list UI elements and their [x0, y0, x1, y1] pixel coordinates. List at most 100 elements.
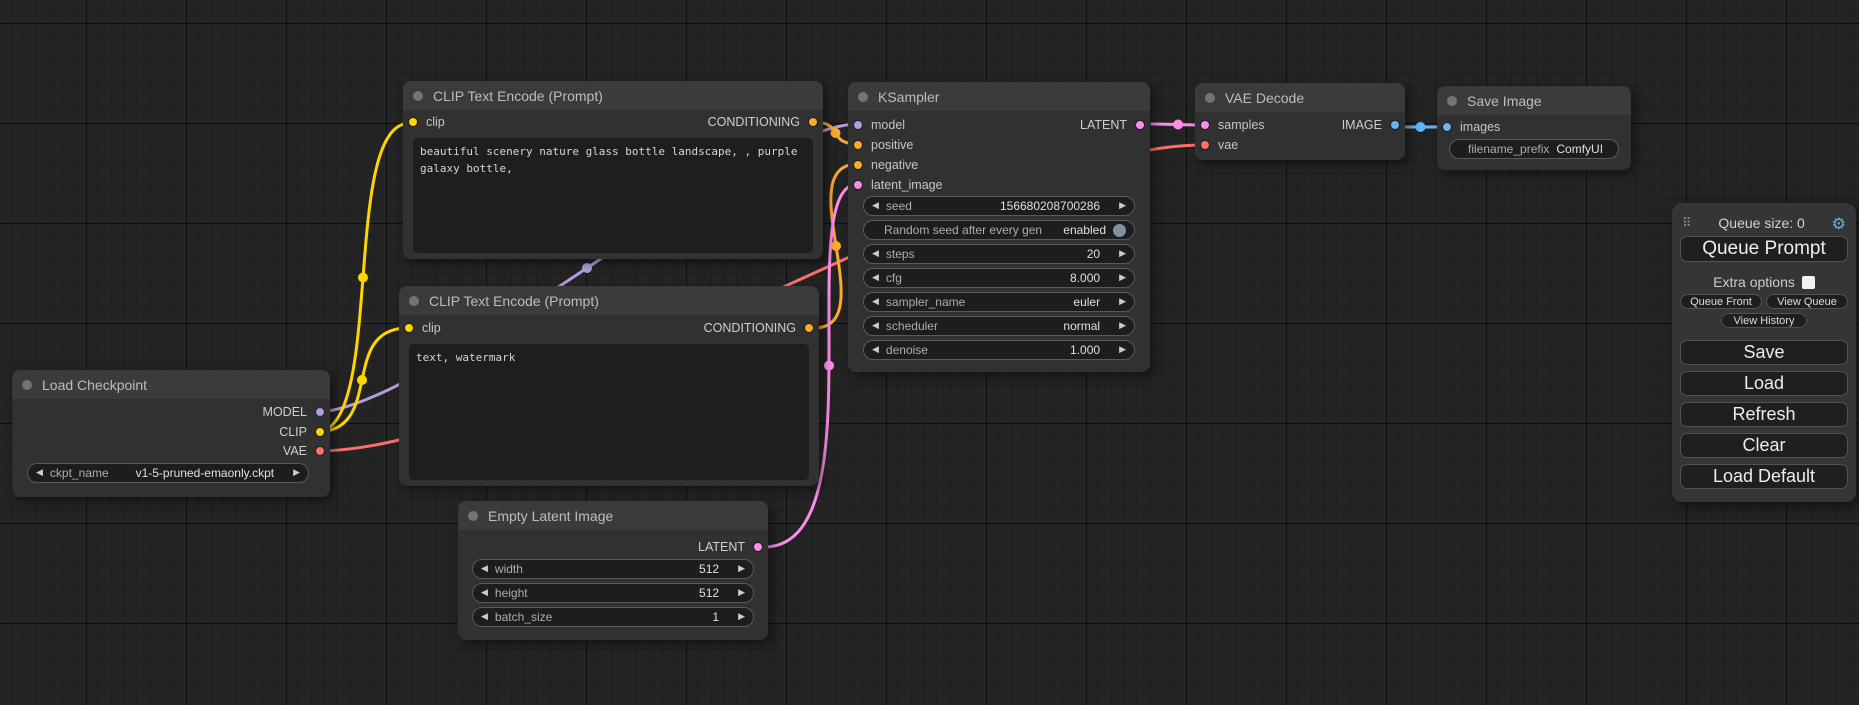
node-header[interactable]: Empty Latent Image	[458, 501, 768, 530]
node-clip-text-encode-negative[interactable]: CLIP Text Encode (Prompt) clip CONDITION…	[399, 286, 819, 486]
cfg-widget[interactable]: ◀ cfg 8.000 ▶	[863, 268, 1135, 288]
queue-front-button[interactable]: Queue Front	[1680, 294, 1762, 309]
refresh-button[interactable]: Refresh	[1680, 402, 1848, 427]
prev-arrow-icon[interactable]: ◀	[872, 322, 879, 331]
next-arrow-icon[interactable]: ▶	[1119, 346, 1126, 355]
clip-link-bottom-midpoint-dot[interactable]	[357, 375, 367, 385]
prev-arrow-icon[interactable]: ◀	[872, 274, 879, 283]
model-input-port[interactable]	[853, 120, 863, 130]
extra-options-checkbox[interactable]	[1802, 276, 1815, 289]
settings-gear-icon[interactable]: ⚙	[1832, 214, 1846, 233]
next-arrow-icon[interactable]: ▶	[1119, 202, 1126, 211]
save-button[interactable]: Save	[1680, 340, 1848, 365]
prev-arrow-icon[interactable]: ◀	[872, 250, 879, 259]
node-header[interactable]: Load Checkpoint	[12, 370, 330, 399]
seed-widget[interactable]: ◀ seed 156680208700286 ▶	[863, 196, 1135, 216]
latent-output-port[interactable]	[753, 542, 763, 552]
width-widget[interactable]: ◀ width 512 ▶	[472, 559, 754, 579]
latent-link-midpoint-dot[interactable]	[824, 361, 834, 371]
node-header[interactable]: KSampler	[848, 82, 1150, 111]
scheduler-widget[interactable]: ◀ scheduler normal ▶	[863, 316, 1135, 336]
collapse-dot-icon[interactable]	[858, 92, 868, 102]
collapse-dot-icon[interactable]	[1447, 96, 1457, 106]
samples-link-midpoint-dot[interactable]	[1173, 120, 1183, 130]
collapse-dot-icon[interactable]	[1205, 93, 1215, 103]
clip-link-top-wire[interactable]	[316, 123, 410, 432]
next-arrow-icon[interactable]: ▶	[1119, 322, 1126, 331]
node-clip-text-encode-positive[interactable]: CLIP Text Encode (Prompt) clip CONDITION…	[403, 81, 823, 259]
positive-prompt-textarea[interactable]: beautiful scenery nature glass bottle la…	[413, 138, 813, 253]
sampler-name-widget[interactable]: ◀ sampler_name euler ▶	[863, 292, 1135, 312]
collapse-dot-icon[interactable]	[468, 511, 478, 521]
collapse-dot-icon[interactable]	[22, 380, 32, 390]
clear-button[interactable]: Clear	[1680, 433, 1848, 458]
latent-image-input-port[interactable]	[853, 180, 863, 190]
next-arrow-icon[interactable]: ▶	[738, 613, 745, 622]
ckpt-name-widget[interactable]: ◀ ckpt_name v1-5-pruned-emaonly.ckpt ▶	[27, 463, 309, 483]
input-label: clip	[426, 115, 445, 129]
node-empty-latent-image[interactable]: Empty Latent Image LATENT ◀ width 512 ▶ …	[458, 501, 768, 640]
node-graph-canvas[interactable]: Load Checkpoint MODEL CLIP VAE ◀ ckpt_na…	[0, 0, 1859, 705]
prev-arrow-icon[interactable]: ◀	[36, 469, 43, 478]
node-header[interactable]: Save Image	[1437, 86, 1631, 115]
output-row: MODEL	[12, 402, 330, 422]
conditioning-output-port[interactable]	[808, 117, 818, 127]
random-seed-toggle[interactable]	[1113, 224, 1126, 237]
negative-input-port[interactable]	[853, 160, 863, 170]
model-output-port[interactable]	[315, 407, 325, 417]
clip-output-port[interactable]	[315, 427, 325, 437]
clip-input-port[interactable]	[408, 117, 418, 127]
prev-arrow-icon[interactable]: ◀	[481, 565, 488, 574]
widget-label: seed	[886, 199, 912, 213]
conditioning-output-port[interactable]	[804, 323, 814, 333]
height-widget[interactable]: ◀ height 512 ▶	[472, 583, 754, 603]
load-button[interactable]: Load	[1680, 371, 1848, 396]
collapse-dot-icon[interactable]	[413, 91, 423, 101]
node-title: Load Checkpoint	[42, 377, 147, 393]
prev-arrow-icon[interactable]: ◀	[872, 202, 879, 211]
next-arrow-icon[interactable]: ▶	[1119, 298, 1126, 307]
node-header[interactable]: CLIP Text Encode (Prompt)	[399, 286, 819, 315]
clip-link-top-midpoint-dot[interactable]	[358, 273, 368, 283]
negative-prompt-textarea[interactable]: text, watermark	[409, 344, 809, 480]
node-header[interactable]: CLIP Text Encode (Prompt)	[403, 81, 823, 110]
prev-arrow-icon[interactable]: ◀	[481, 613, 488, 622]
image-output-port[interactable]	[1390, 120, 1400, 130]
node-vae-decode[interactable]: VAE Decode samples IMAGE vae	[1195, 83, 1405, 160]
denoise-widget[interactable]: ◀ denoise 1.000 ▶	[863, 340, 1135, 360]
model-link-midpoint-dot[interactable]	[582, 263, 592, 273]
filename-prefix-widget[interactable]: filename_prefix ComfyUI	[1449, 139, 1619, 159]
node-save-image[interactable]: Save Image images filename_prefix ComfyU…	[1437, 86, 1631, 170]
prev-arrow-icon[interactable]: ◀	[872, 346, 879, 355]
view-queue-button[interactable]: View Queue	[1766, 294, 1848, 309]
batch-size-widget[interactable]: ◀ batch_size 1 ▶	[472, 607, 754, 627]
view-history-button[interactable]: View History	[1721, 313, 1807, 328]
node-header[interactable]: VAE Decode	[1195, 83, 1405, 112]
next-arrow-icon[interactable]: ▶	[738, 565, 745, 574]
conditioning-link-positive-midpoint-dot[interactable]	[831, 128, 841, 138]
image-link-midpoint-dot[interactable]	[1416, 122, 1426, 132]
node-load-checkpoint[interactable]: Load Checkpoint MODEL CLIP VAE ◀ ckpt_na…	[12, 370, 330, 497]
conditioning-link-negative-midpoint-dot[interactable]	[831, 241, 841, 251]
node-ksampler[interactable]: KSampler model LATENT positive negative …	[848, 82, 1150, 372]
vae-output-port[interactable]	[315, 446, 325, 456]
next-arrow-icon[interactable]: ▶	[1119, 274, 1126, 283]
drag-handle-icon[interactable]: ⠿	[1682, 216, 1692, 231]
samples-input-port[interactable]	[1200, 120, 1210, 130]
random-seed-widget[interactable]: Random seed after every gen enabled	[863, 220, 1135, 240]
clip-input-port[interactable]	[404, 323, 414, 333]
positive-input-port[interactable]	[853, 140, 863, 150]
steps-widget[interactable]: ◀ steps 20 ▶	[863, 244, 1135, 264]
images-input-port[interactable]	[1442, 122, 1452, 132]
prev-arrow-icon[interactable]: ◀	[481, 589, 488, 598]
vae-input-port[interactable]	[1200, 140, 1210, 150]
prev-arrow-icon[interactable]: ◀	[872, 298, 879, 307]
load-default-button[interactable]: Load Default	[1680, 464, 1848, 489]
latent-output-port[interactable]	[1135, 120, 1145, 130]
next-arrow-icon[interactable]: ▶	[738, 589, 745, 598]
next-arrow-icon[interactable]: ▶	[293, 469, 300, 478]
output-row: LATENT	[458, 537, 768, 557]
queue-prompt-button[interactable]: Queue Prompt	[1680, 236, 1848, 262]
next-arrow-icon[interactable]: ▶	[1119, 250, 1126, 259]
collapse-dot-icon[interactable]	[409, 296, 419, 306]
